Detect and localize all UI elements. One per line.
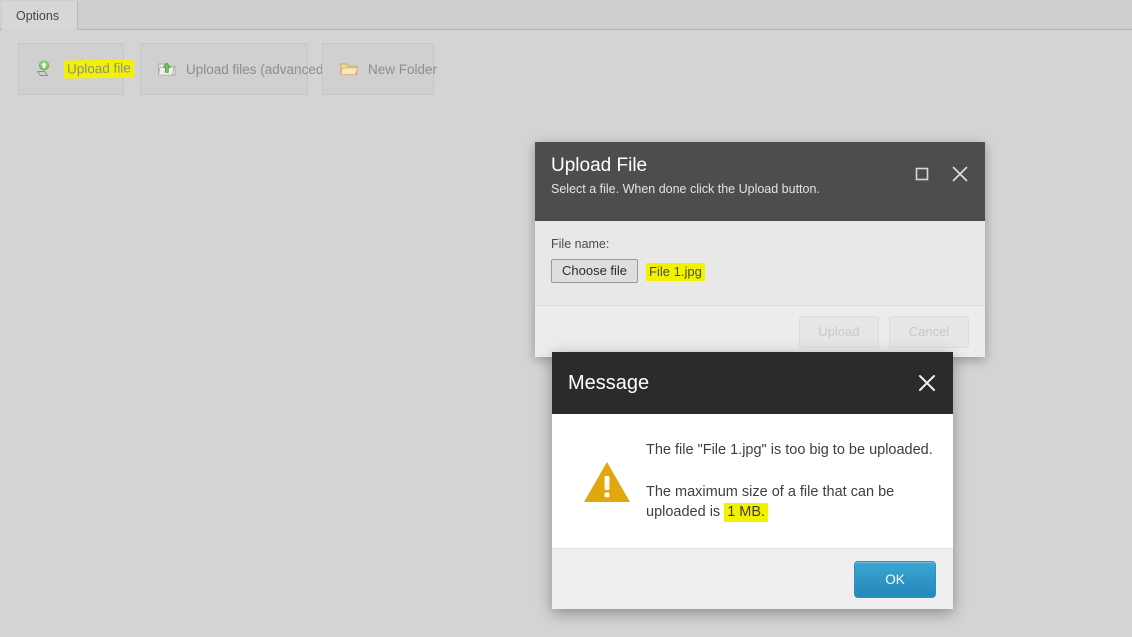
ok-button[interactable]: OK bbox=[854, 560, 936, 598]
new-folder-button[interactable]: New Folder bbox=[322, 43, 438, 95]
upload-file-button-label: Upload file bbox=[63, 59, 134, 79]
new-folder-icon bbox=[339, 59, 359, 79]
message-line-2: The maximum size of a file that can be u… bbox=[646, 482, 916, 522]
cancel-button[interactable]: Cancel bbox=[889, 315, 969, 348]
new-folder-button-label: New Folder bbox=[368, 61, 438, 77]
message-dialog-titlebar: Message bbox=[552, 352, 953, 414]
tab-options-label: Options bbox=[16, 8, 60, 23]
message-line-1: The file "File 1.jpg" is too big to be u… bbox=[646, 442, 933, 458]
tab-strip: Options bbox=[0, 0, 1132, 30]
tab-options[interactable]: Options bbox=[2, 1, 79, 30]
upload-file-dialog-titlebar: Upload File Select a file. When done cli… bbox=[535, 142, 985, 221]
warning-triangle-icon bbox=[582, 459, 632, 505]
upload-button[interactable]: Upload bbox=[799, 315, 879, 348]
upload-file-dialog-title: Upload File bbox=[551, 155, 648, 176]
message-dialog: Message The file "File 1.jpg" is too big… bbox=[552, 352, 953, 609]
close-icon[interactable] bbox=[949, 163, 971, 185]
message-line-2-prefix: The maximum size of a file that can be u… bbox=[646, 484, 895, 520]
upload-file-dialog-footer: Upload Cancel bbox=[535, 305, 985, 357]
upload-file-dialog-body: File name: Choose file File 1.jpg bbox=[535, 221, 985, 305]
message-dialog-footer: OK bbox=[552, 548, 953, 609]
upload-files-advanced-button[interactable]: Upload files (advanced) bbox=[140, 43, 328, 95]
toolbar: Upload file Upload files (advanced) New … bbox=[0, 31, 1132, 115]
close-icon[interactable] bbox=[915, 371, 939, 395]
upload-file-button[interactable]: Upload file bbox=[18, 43, 134, 95]
maximize-icon[interactable] bbox=[911, 163, 933, 185]
upload-file-dialog: Upload File Select a file. When done cli… bbox=[535, 142, 985, 357]
chosen-file-name: File 1.jpg bbox=[646, 262, 705, 281]
upload-folder-icon bbox=[157, 59, 177, 79]
message-dialog-body: The file "File 1.jpg" is too big to be u… bbox=[552, 414, 953, 548]
file-name-label: File name: bbox=[551, 237, 610, 251]
file-picker-row: Choose file File 1.jpg bbox=[551, 259, 969, 283]
choose-file-button[interactable]: Choose file bbox=[551, 259, 639, 283]
message-dialog-text: The file "File 1.jpg" is too big to be u… bbox=[646, 438, 935, 522]
message-dialog-title: Message bbox=[568, 371, 650, 394]
upload-files-advanced-button-label: Upload files (advanced) bbox=[186, 61, 328, 77]
upload-file-dialog-subtitle: Select a file. When done click the Uploa… bbox=[551, 182, 820, 196]
upload-file-icon bbox=[35, 59, 55, 79]
message-line-2-highlight: 1 MB. bbox=[724, 503, 769, 522]
